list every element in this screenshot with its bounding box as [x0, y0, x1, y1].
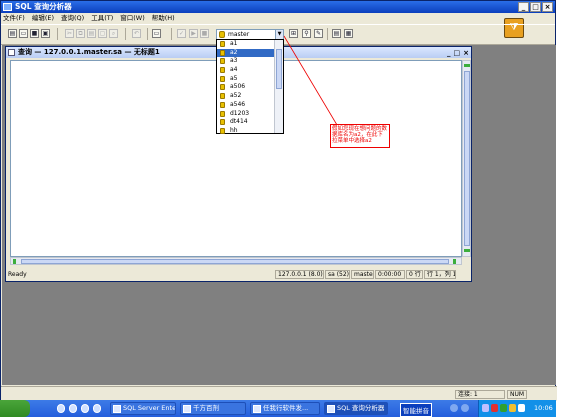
- quick-launch-icon[interactable]: [81, 404, 89, 413]
- ime-button-icon[interactable]: [450, 404, 458, 412]
- annotation-callout: 假如您现在想问题的数据库名为a2，在此下拉菜单中选择a2: [330, 124, 390, 148]
- scroll-marker: [453, 259, 456, 264]
- task-icon: [183, 405, 191, 413]
- query-analyzer-window: SQL 查询分析器 _ □ × 文件(F) 编辑(E) 查询(Q) 工具(T) …: [0, 0, 557, 401]
- tray-icon[interactable]: [518, 404, 525, 412]
- tray-icon[interactable]: [500, 404, 507, 412]
- ime-indicator[interactable]: 智能拼音: [400, 403, 432, 417]
- task-icon: [253, 405, 261, 413]
- quick-launch-icon[interactable]: [93, 404, 101, 413]
- quick-launch-icon[interactable]: [57, 404, 65, 413]
- taskbar-task[interactable]: 千方百剂: [180, 402, 246, 415]
- status-rows: 0 行: [406, 270, 423, 279]
- num-lock-indicator: NUM: [507, 390, 527, 399]
- status-database: master: [351, 270, 374, 279]
- query-status-bar: Ready 127.0.0.1 (8.0) sa (52) master 0:0…: [6, 269, 471, 280]
- tray-icon[interactable]: [509, 404, 516, 412]
- clock[interactable]: 10:06: [534, 404, 553, 412]
- connection-count: 连接: 1: [455, 390, 505, 399]
- tray-icon[interactable]: [491, 404, 498, 412]
- windows-taskbar: SQL Server Ente... 千方百剂 任我行软件发... SQL 查询…: [0, 400, 556, 417]
- scroll-marker: [464, 249, 470, 252]
- status-elapsed-time: 0:00:00: [375, 270, 405, 279]
- taskbar-task[interactable]: 任我行软件发...: [250, 402, 320, 415]
- system-tray: 10:06: [478, 400, 556, 417]
- status-user: sa (52): [325, 270, 350, 279]
- task-icon: [327, 405, 335, 413]
- quick-launch-icon[interactable]: [69, 404, 77, 413]
- app-status-strip: 连接: 1 NUM: [1, 386, 557, 401]
- ime-button-icon[interactable]: [461, 404, 469, 412]
- horizontal-scroll-thumb[interactable]: [21, 259, 449, 264]
- horizontal-scrollbar[interactable]: [10, 257, 462, 265]
- status-server: 127.0.0.1 (8.0): [275, 270, 324, 279]
- start-button[interactable]: [0, 400, 30, 417]
- annotation-arrow: [283, 35, 338, 126]
- status-ready: Ready: [8, 271, 27, 278]
- scroll-marker: [13, 259, 16, 264]
- task-icon: [113, 405, 121, 413]
- taskbar-task[interactable]: SQL Server Ente...: [110, 402, 176, 415]
- taskbar-task-active[interactable]: SQL 查询分析器: [324, 402, 388, 415]
- tray-icon[interactable]: [482, 404, 489, 412]
- status-cursor-position: 行 1，列 1: [424, 270, 456, 279]
